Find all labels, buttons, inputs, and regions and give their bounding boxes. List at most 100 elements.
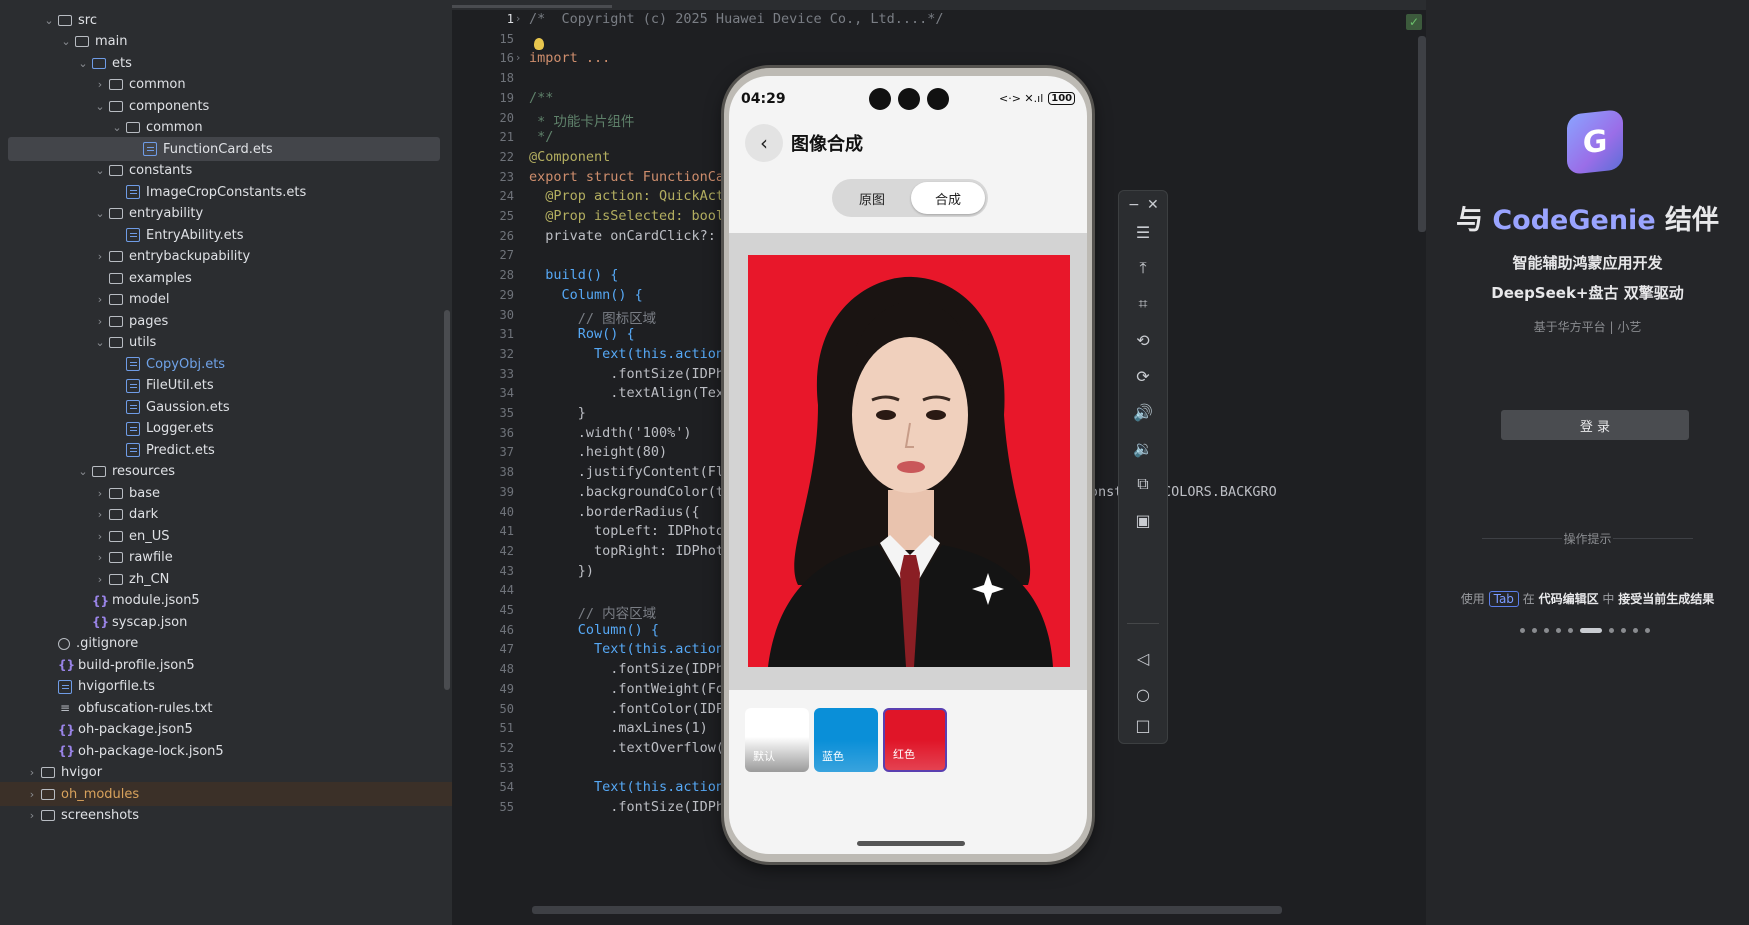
home-indicator[interactable] xyxy=(857,841,965,846)
inspection-ok-icon[interactable]: ✓ xyxy=(1406,14,1422,30)
chevron-down-icon[interactable]: ⌄ xyxy=(93,336,107,349)
chevron-right-icon[interactable]: › xyxy=(93,508,107,521)
lightbulb-icon[interactable] xyxy=(534,38,544,50)
swatch-default[interactable]: 默认 xyxy=(745,708,809,772)
fold-chevron-icon[interactable]: › xyxy=(516,51,520,64)
chevron-right-icon[interactable]: › xyxy=(93,573,107,586)
line-number: 43 xyxy=(499,563,514,578)
chevron-down-icon[interactable]: ⌄ xyxy=(93,207,107,220)
tree-item[interactable]: › common xyxy=(0,73,452,97)
chevron-down-icon[interactable]: ⌄ xyxy=(110,121,124,134)
screenshot-icon[interactable]: ▣ xyxy=(1119,505,1167,535)
chevron-down-icon[interactable]: ⌄ xyxy=(59,35,73,48)
rotate-left-icon[interactable]: ⟲ xyxy=(1119,325,1167,355)
tree-item[interactable]: › pages xyxy=(0,309,452,333)
fold-chevron-icon[interactable]: › xyxy=(516,12,520,25)
swatch-red[interactable]: 红色 xyxy=(883,708,947,772)
chevron-right-icon[interactable]: › xyxy=(93,487,107,500)
chevron-right-icon[interactable]: › xyxy=(93,530,107,543)
tree-item[interactable]: › en_US xyxy=(0,524,452,548)
tree-item[interactable]: ⌄ constants xyxy=(0,159,452,183)
tree-item[interactable]: ⌄ entryability xyxy=(0,202,452,226)
code-line: .borderRadius({ xyxy=(529,503,700,520)
line-number: 21 xyxy=(499,130,514,145)
chevron-right-icon[interactable]: › xyxy=(93,551,107,564)
chevron-down-icon[interactable]: ⌄ xyxy=(42,14,56,27)
swatch-blue[interactable]: 蓝色 xyxy=(814,708,878,772)
to-top-icon[interactable]: ⤒ xyxy=(1119,253,1167,283)
minimize-button[interactable]: − xyxy=(1128,197,1140,213)
tree-item[interactable]: .gitignore xyxy=(0,632,452,656)
chevron-down-icon[interactable]: ⌄ xyxy=(93,164,107,177)
tree-item-label: hvigor xyxy=(61,765,103,780)
tree-item[interactable]: › zh_CN xyxy=(0,567,452,591)
tree-item[interactable]: › oh_modules xyxy=(0,782,452,806)
menu-icon[interactable]: ☰ xyxy=(1119,217,1167,247)
tab-composite[interactable]: 合成 xyxy=(911,182,985,214)
tree-item-label: model xyxy=(129,292,170,307)
tree-item[interactable]: › model xyxy=(0,288,452,312)
tree-item[interactable]: › screenshots xyxy=(0,804,452,828)
tree-item[interactable]: FunctionCard.ets xyxy=(8,137,440,161)
tree-item[interactable]: Predict.ets xyxy=(0,438,452,462)
tip-text: 使用 Tab 在 代码编辑区 中 接受当前生成结果 xyxy=(1460,591,1715,607)
tree-item[interactable]: › hvigor xyxy=(0,761,452,785)
volume-up-icon[interactable]: 🔊 xyxy=(1119,397,1167,427)
tip-pagination[interactable] xyxy=(1520,628,1650,633)
view-segmented-control[interactable]: 原图 合成 xyxy=(832,179,988,217)
line-number: 44 xyxy=(499,583,514,598)
chevron-right-icon[interactable]: › xyxy=(25,788,39,801)
code-line: @Component xyxy=(529,148,611,165)
tree-item[interactable]: Gaussion.ets xyxy=(0,395,452,419)
chevron-down-icon[interactable]: ⌄ xyxy=(93,100,107,113)
close-button[interactable]: ✕ xyxy=(1147,197,1159,213)
chevron-right-icon[interactable]: › xyxy=(93,315,107,328)
tree-item[interactable]: FileUtil.ets xyxy=(0,374,452,398)
tree-item[interactable]: ⌄ src xyxy=(0,8,452,32)
login-button[interactable]: 登 录 xyxy=(1501,410,1689,440)
tree-item[interactable]: {} build-profile.json5 xyxy=(0,653,452,677)
tree-item[interactable]: › entrybackupability xyxy=(0,245,452,269)
chevron-right-icon[interactable]: › xyxy=(93,78,107,91)
tree-item[interactable]: hvigorfile.ts xyxy=(0,675,452,699)
chevron-down-icon[interactable]: ⌄ xyxy=(76,57,90,70)
recents-nav-icon[interactable]: □ xyxy=(1119,715,1167,735)
tree-scrollbar[interactable] xyxy=(444,310,450,690)
editor-horizontal-scrollbar[interactable] xyxy=(532,906,1282,914)
shake-icon[interactable]: ⧉ xyxy=(1119,469,1167,499)
tree-item[interactable]: examples xyxy=(0,266,452,290)
tree-item[interactable]: {} syscap.json xyxy=(0,610,452,634)
tree-item[interactable]: ⌄ components xyxy=(0,94,452,118)
chevron-right-icon[interactable]: › xyxy=(93,250,107,263)
tree-item[interactable]: CopyObj.ets xyxy=(0,352,452,376)
chevron-right-icon[interactable]: › xyxy=(25,809,39,822)
tree-item[interactable]: ⌄ resources xyxy=(0,460,452,484)
crop-icon[interactable]: ⌗ xyxy=(1119,289,1167,319)
rotate-right-icon[interactable]: ⟳ xyxy=(1119,361,1167,391)
chevron-right-icon[interactable]: › xyxy=(93,293,107,306)
volume-down-icon[interactable]: 🔉 xyxy=(1119,433,1167,463)
tree-item[interactable]: {} oh-package.json5 xyxy=(0,718,452,742)
tree-item[interactable]: Logger.ets xyxy=(0,417,452,441)
subtitle-primary: 智能辅助鸿蒙应用开发 xyxy=(1512,254,1663,272)
tree-item[interactable]: ≡ obfuscation-rules.txt xyxy=(0,696,452,720)
back-nav-icon[interactable]: ◁ xyxy=(1119,643,1167,673)
tree-item[interactable]: EntryAbility.ets xyxy=(0,223,452,247)
chevron-right-icon[interactable]: › xyxy=(25,766,39,779)
tree-item[interactable]: {} oh-package-lock.json5 xyxy=(0,739,452,763)
tree-item[interactable]: ⌄ common xyxy=(0,116,452,140)
tree-item[interactable]: ⌄ main xyxy=(0,30,452,54)
home-nav-icon[interactable]: ○ xyxy=(1119,679,1167,709)
tree-item[interactable]: › rawfile xyxy=(0,546,452,570)
tree-item[interactable]: {} module.json5 xyxy=(0,589,452,613)
chevron-down-icon[interactable]: ⌄ xyxy=(76,465,90,478)
tree-item[interactable]: ImageCropConstants.ets xyxy=(0,180,452,204)
swatch-label: 蓝色 xyxy=(822,750,844,763)
tree-item[interactable]: ⌄ utils xyxy=(0,331,452,355)
tree-item[interactable]: › dark xyxy=(0,503,452,527)
tree-item[interactable]: ⌄ ets xyxy=(0,51,452,75)
back-button[interactable]: ‹ xyxy=(745,124,783,162)
editor-vertical-scrollbar[interactable] xyxy=(1418,36,1426,232)
tab-original[interactable]: 原图 xyxy=(835,182,909,214)
tree-item[interactable]: › base xyxy=(0,481,452,505)
